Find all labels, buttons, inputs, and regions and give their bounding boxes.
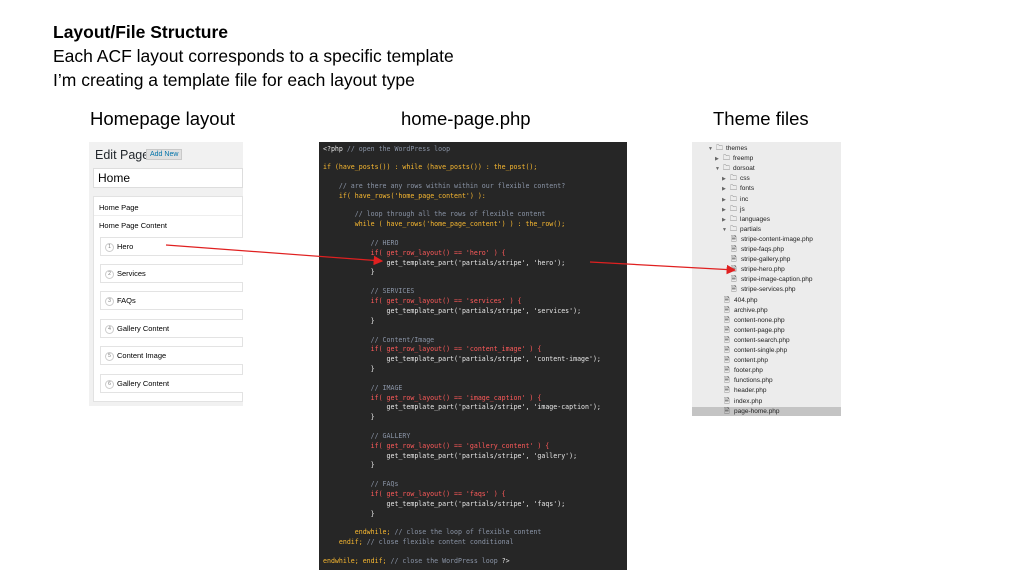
connector-arrows [165,244,737,275]
arrow-code-to-stripe-hero [589,261,737,275]
arrow-hero-to-code [165,244,384,266]
